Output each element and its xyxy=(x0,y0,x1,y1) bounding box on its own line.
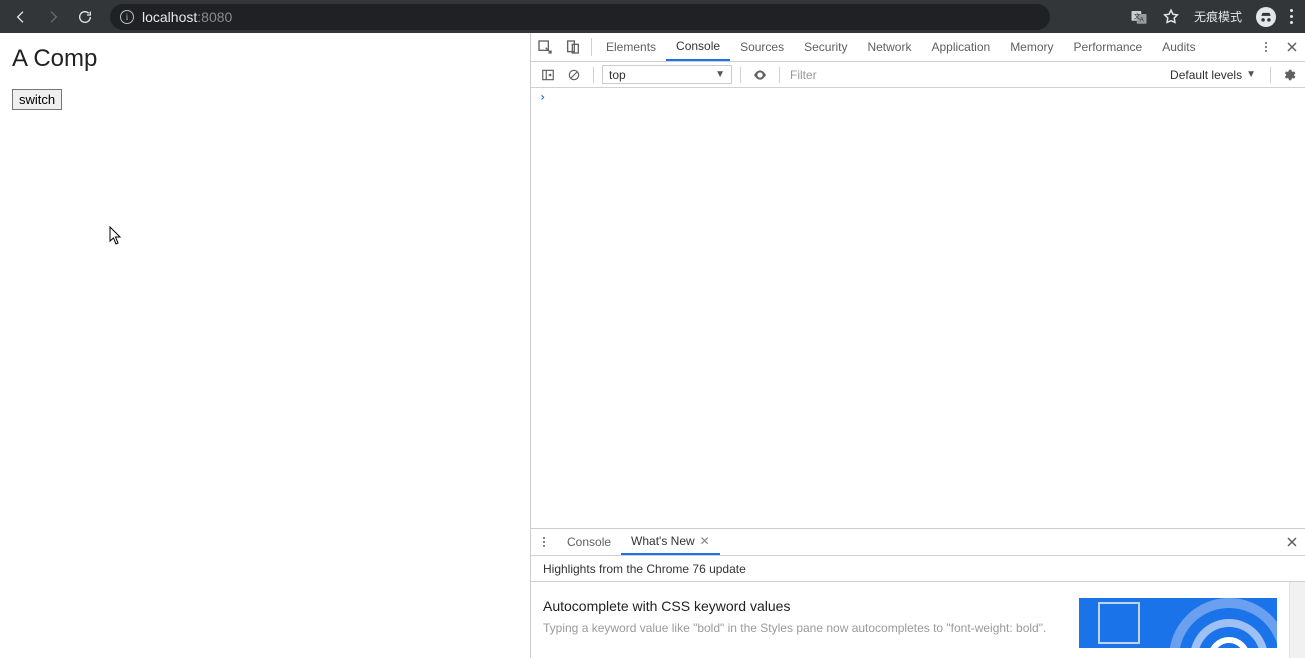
incognito-label: 无痕模式 xyxy=(1194,8,1242,25)
drawer-tab-label: What's New xyxy=(631,534,695,548)
console-toolbar: top ▼ Default levels ▼ xyxy=(531,62,1305,88)
devtools-panel: Elements Console Sources Security Networ… xyxy=(530,33,1305,658)
tab-memory[interactable]: Memory xyxy=(1000,33,1063,61)
chevron-down-icon: ▼ xyxy=(1246,69,1256,80)
tab-application[interactable]: Application xyxy=(921,33,1000,61)
console-filter-input[interactable] xyxy=(788,66,948,84)
drawer-tab-whatsnew[interactable]: What's New ✕ xyxy=(621,529,720,555)
log-levels-select[interactable]: Default levels ▼ xyxy=(1170,68,1256,82)
separator xyxy=(740,67,741,83)
site-info-icon[interactable]: i xyxy=(120,10,134,24)
separator xyxy=(779,67,780,83)
inspect-element-icon[interactable] xyxy=(531,33,559,61)
whatsnew-title: Autocomplete with CSS keyword values xyxy=(543,598,1063,614)
workspace: A Comp switch Elements Console Sources S… xyxy=(0,33,1305,658)
reload-button[interactable] xyxy=(70,3,100,31)
devtools-drawer: Console What's New ✕ Highlights from the… xyxy=(531,528,1305,658)
separator xyxy=(591,38,592,56)
live-expression-icon[interactable] xyxy=(749,64,771,86)
devtools-close-icon[interactable] xyxy=(1279,41,1305,53)
devtools-tab-bar: Elements Console Sources Security Networ… xyxy=(531,33,1305,62)
drawer-close-icon[interactable] xyxy=(1279,529,1305,555)
svg-text:A: A xyxy=(1140,17,1144,23)
device-toggle-icon[interactable] xyxy=(559,33,587,61)
chevron-right-icon: › xyxy=(539,90,546,104)
execution-context-select[interactable]: top ▼ xyxy=(602,65,732,84)
url-host: localhost xyxy=(142,9,197,25)
tab-performance[interactable]: Performance xyxy=(1064,33,1153,61)
page-title: A Comp xyxy=(12,45,518,73)
drawer-subhead: Highlights from the Chrome 76 update xyxy=(531,556,1305,582)
drawer-menu-icon[interactable] xyxy=(531,529,557,555)
chevron-down-icon: ▼ xyxy=(715,69,725,80)
tab-console[interactable]: Console xyxy=(666,33,730,61)
back-button[interactable] xyxy=(6,3,36,31)
drawer-tab-console[interactable]: Console xyxy=(557,529,621,555)
incognito-icon[interactable] xyxy=(1256,7,1276,27)
bookmark-star-icon[interactable] xyxy=(1162,8,1180,26)
console-sidebar-toggle-icon[interactable] xyxy=(537,64,559,86)
drawer-tab-bar: Console What's New ✕ xyxy=(531,529,1305,556)
separator xyxy=(1270,67,1271,83)
drawer-content: Autocomplete with CSS keyword values Typ… xyxy=(531,582,1289,658)
tab-elements[interactable]: Elements xyxy=(596,33,666,61)
clear-console-icon[interactable] xyxy=(563,64,585,86)
tab-audits[interactable]: Audits xyxy=(1152,33,1205,61)
devtools-menu-icon[interactable] xyxy=(1253,42,1279,52)
tab-network[interactable]: Network xyxy=(857,33,921,61)
promo-image xyxy=(1079,598,1277,648)
console-output[interactable]: › xyxy=(531,88,1305,528)
console-prompt[interactable]: › xyxy=(531,88,1305,106)
url-port: :8080 xyxy=(197,9,232,25)
separator xyxy=(593,67,594,83)
console-settings-icon[interactable] xyxy=(1279,68,1299,82)
address-bar[interactable]: i localhost:8080 xyxy=(110,4,1050,30)
chrome-right-group: 文A 无痕模式 xyxy=(1130,7,1299,27)
context-value: top xyxy=(609,68,626,82)
switch-button[interactable]: switch xyxy=(12,89,62,110)
close-icon[interactable]: ✕ xyxy=(700,534,710,548)
levels-value: Default levels xyxy=(1170,68,1242,82)
page-content: A Comp switch xyxy=(0,33,530,658)
translate-icon[interactable]: 文A xyxy=(1130,8,1148,26)
browser-toolbar: i localhost:8080 文A 无痕模式 xyxy=(0,0,1305,33)
nav-icon-group xyxy=(6,3,100,31)
whatsnew-body: Typing a keyword value like "bold" in th… xyxy=(543,620,1063,636)
scrollbar[interactable] xyxy=(1289,582,1305,658)
tab-security[interactable]: Security xyxy=(794,33,857,61)
tab-sources[interactable]: Sources xyxy=(730,33,794,61)
forward-button[interactable] xyxy=(38,3,68,31)
browser-menu-button[interactable] xyxy=(1290,9,1293,24)
cursor-icon xyxy=(109,226,123,246)
